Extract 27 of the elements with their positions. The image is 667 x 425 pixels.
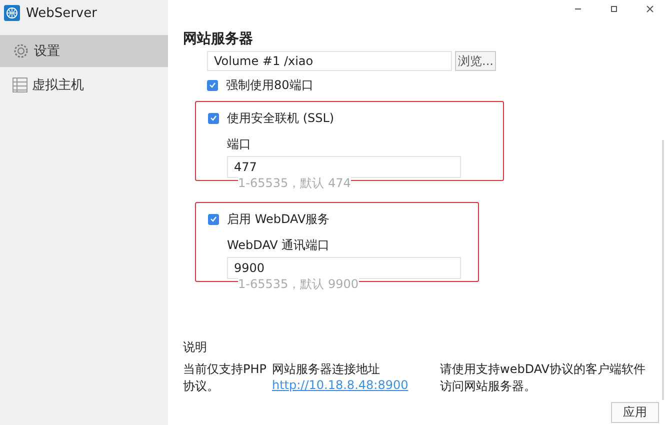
notes-title: 说明 bbox=[183, 339, 208, 356]
checkbox[interactable] bbox=[208, 214, 219, 224]
checkbox-label: 使用安全联机 (SSL) bbox=[227, 110, 334, 126]
globe-icon bbox=[4, 5, 20, 21]
checkbox-label: 启用 WebDAV服务 bbox=[227, 210, 330, 228]
checkbox-label: 强制使用80端口 bbox=[226, 76, 314, 94]
field-label: WebDAV 通讯端口 bbox=[227, 237, 331, 254]
close-icon[interactable] bbox=[645, 4, 655, 14]
port-field[interactable]: 477 bbox=[227, 156, 461, 178]
gear-icon bbox=[12, 42, 30, 60]
port-field[interactable]: 9900 bbox=[227, 257, 461, 279]
section-heading: 网站服务器 bbox=[183, 30, 254, 48]
checkbox[interactable] bbox=[207, 80, 218, 90]
apply-button[interactable]: 应用 bbox=[611, 402, 659, 423]
window-title: WebServer bbox=[26, 6, 97, 20]
note-text: 请使用支持webDAV协议的客户端软件访问网站服务器。 bbox=[440, 362, 646, 393]
maximize-icon[interactable] bbox=[609, 4, 619, 14]
scrollbar[interactable] bbox=[662, 140, 664, 400]
sidebar-item[interactable]: 设置 bbox=[0, 35, 168, 67]
browse-button[interactable]: 浏览... bbox=[455, 51, 496, 71]
checkbox[interactable] bbox=[208, 112, 219, 124]
note-text: 网站服务器连接地址 bbox=[272, 361, 380, 378]
note-text: 当前仅支持PHP协议。 bbox=[183, 362, 266, 393]
path-field[interactable]: Volume #1 /xiao bbox=[207, 51, 452, 71]
list-icon bbox=[12, 77, 28, 93]
sidebar-item[interactable]: 虚拟主机 bbox=[0, 69, 168, 101]
field-label: 端口 bbox=[227, 136, 252, 153]
